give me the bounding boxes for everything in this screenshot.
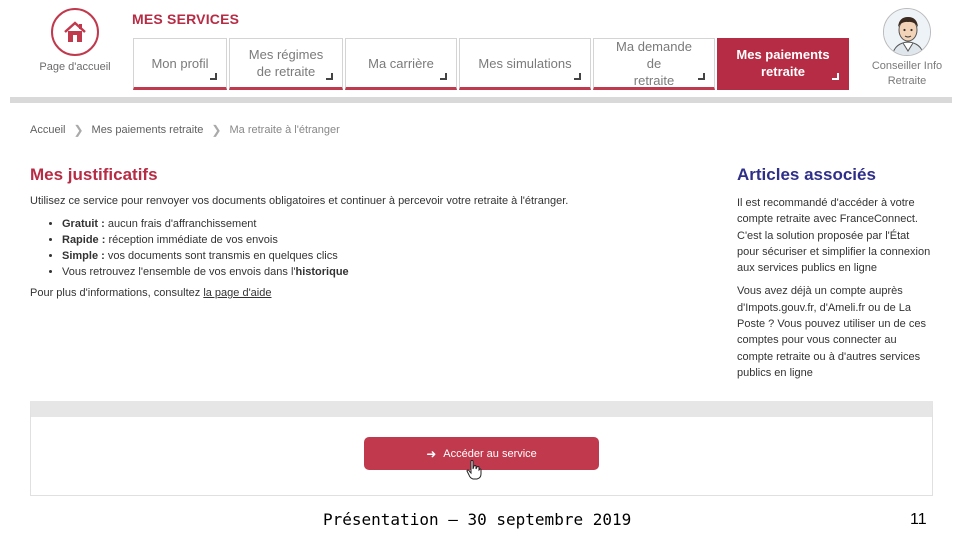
- services-title: MES SERVICES: [132, 11, 240, 27]
- chevron-right-icon: ❯: [211, 123, 222, 137]
- corner-arrow-icon: [698, 73, 705, 80]
- corner-arrow-icon: [832, 73, 839, 80]
- breadcrumb-current: Ma retraite à l'étranger: [229, 124, 340, 136]
- breadcrumb-home[interactable]: Accueil: [30, 124, 65, 136]
- tab-ma-carriere[interactable]: Ma carrière: [345, 38, 457, 90]
- arrow-right-icon: ➜: [426, 446, 437, 461]
- footer-text: Présentation – 30 septembre 2019: [323, 510, 632, 529]
- tab-mes-simulations[interactable]: Mes simulations: [459, 38, 591, 90]
- related-articles-title: Articles associés: [737, 165, 876, 184]
- tab-mes-paiements[interactable]: Mes paiements retraite: [717, 38, 849, 90]
- breadcrumb-level2[interactable]: Mes paiements retraite: [92, 124, 204, 136]
- tab-mon-profil[interactable]: Mon profil: [133, 38, 227, 90]
- tab-label: Ma carrière: [368, 55, 434, 71]
- services-tabs: Mon profil Mes régimes de retraite Ma car…: [133, 38, 851, 90]
- advisor-link[interactable]: Conseiller Info Retraite: [862, 8, 952, 89]
- corner-arrow-icon: [440, 73, 447, 80]
- cta-label: Accéder au service: [443, 447, 537, 460]
- list-item: Gratuit : aucun frais d'affranchissement: [62, 216, 670, 232]
- service-panel: ➜ Accéder au service: [30, 401, 933, 496]
- corner-arrow-icon: [210, 73, 217, 80]
- corner-arrow-icon: [574, 73, 581, 80]
- tab-mes-regimes[interactable]: Mes régimes de retraite: [229, 38, 343, 90]
- intro-text: Utilisez ce service pour renvoyer vos do…: [30, 195, 569, 207]
- corner-arrow-icon: [326, 73, 333, 80]
- advisor-label: Conseiller Info Retraite: [871, 60, 943, 87]
- house-icon: [51, 8, 99, 56]
- top-header: Page d'accueil MES SERVICES Mon profil M…: [10, 0, 952, 103]
- help-page-link[interactable]: la page d'aide: [203, 287, 271, 299]
- list-item: Vous retrouvez l'ensemble de vos envois …: [62, 264, 670, 280]
- breadcrumb: Accueil ❯ Mes paiements retraite ❯ Ma re…: [30, 123, 340, 137]
- article-paragraph: Il est recommandé d'accéder à votre comp…: [737, 197, 931, 275]
- more-info-text: Pour plus d'informations, consultez la p…: [30, 287, 272, 299]
- related-articles: Articles associés Il est recommandé d'ac…: [737, 165, 932, 388]
- tab-label: Mon profil: [151, 55, 209, 71]
- benefits-list: Gratuit : aucun frais d'affranchissement…: [30, 216, 670, 280]
- tab-label: Mes régimes de retraite: [248, 47, 324, 79]
- main-content: Mes justificatifs Utilisez ce service po…: [30, 165, 670, 299]
- tab-label: Ma demande de retraite: [616, 38, 692, 88]
- page-title: Mes justificatifs: [30, 165, 158, 184]
- tab-ma-demande[interactable]: Ma demande de retraite: [593, 38, 715, 90]
- article-paragraph: Vous avez déjà un compte auprès d'Impots…: [737, 285, 926, 379]
- page-number: 11: [910, 511, 927, 528]
- list-item: Simple : vos documents sont transmis en …: [62, 248, 670, 264]
- tab-label: Mes paiements retraite: [736, 47, 830, 79]
- tab-label: Mes simulations: [478, 55, 572, 71]
- home-link[interactable]: Page d'accueil: [30, 8, 120, 73]
- home-label: Page d'accueil: [39, 61, 111, 73]
- hand-cursor-icon: [466, 460, 482, 480]
- list-item: Rapide : réception immédiate de vos envo…: [62, 232, 670, 248]
- advisor-avatar: [883, 8, 931, 56]
- chevron-right-icon: ❯: [73, 123, 84, 137]
- slide-footer: Présentation – 30 septembre 2019 11: [0, 496, 960, 540]
